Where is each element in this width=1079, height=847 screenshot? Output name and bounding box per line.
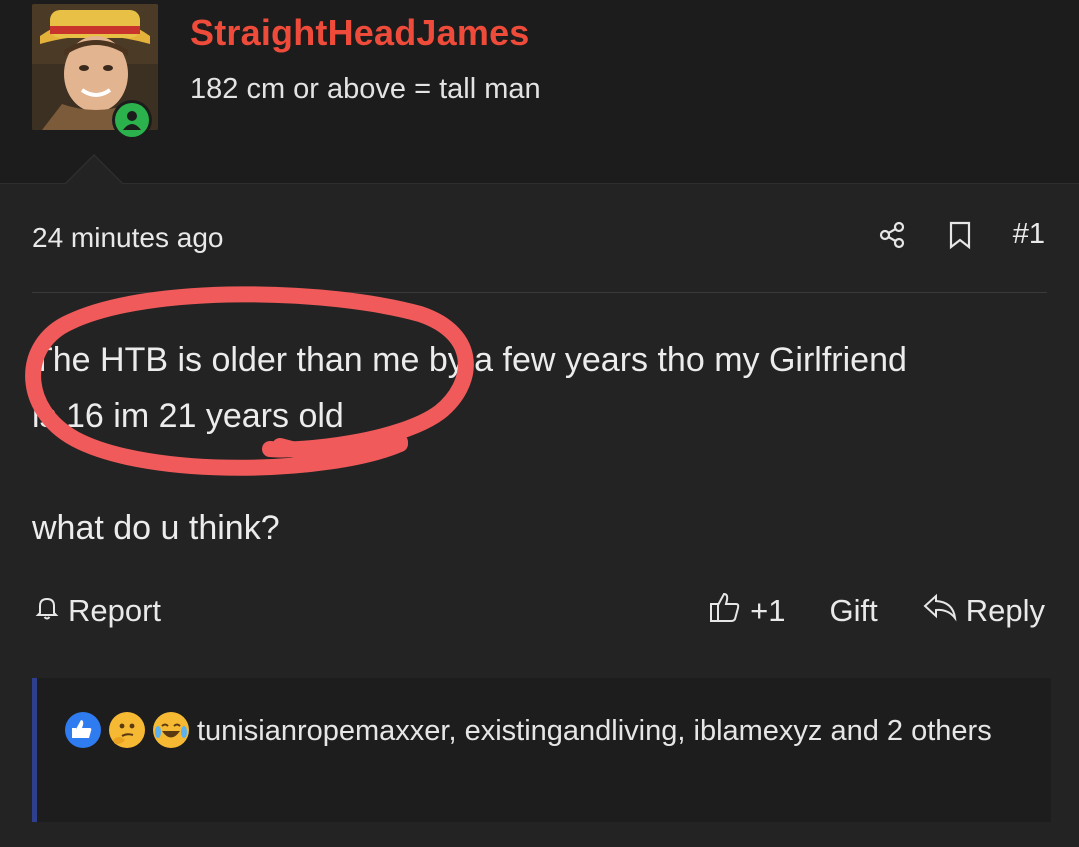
bell-icon xyxy=(32,592,62,630)
reactions-users-text[interactable]: tunisianropemaxxer, existingandliving, i… xyxy=(197,715,992,747)
post-card: 24 minutes ago #1 The HTB is older than … xyxy=(0,154,1079,847)
post-footer: Report +1 Gift Reply xyxy=(32,589,1045,633)
post-timestamp[interactable]: 24 minutes ago xyxy=(32,222,223,254)
reactions-summary: tunisianropemaxxer, existingandliving, i… xyxy=(65,708,1025,754)
like-button[interactable]: +1 xyxy=(708,590,786,632)
username-link[interactable]: StraightHeadJames xyxy=(190,12,530,54)
thinking-reaction-icon xyxy=(109,712,145,748)
reply-label: Reply xyxy=(965,593,1045,628)
gift-button[interactable]: Gift xyxy=(830,593,878,629)
divider xyxy=(32,292,1047,293)
post-action-group: +1 Gift Reply xyxy=(708,590,1045,632)
online-status-badge xyxy=(112,100,152,140)
thumbs-up-icon xyxy=(708,590,742,632)
user-title: 182 cm or above = tall man xyxy=(190,73,541,105)
laughing-reaction-icon xyxy=(153,712,189,748)
report-label: Report xyxy=(68,593,162,628)
post-pointer-fill xyxy=(65,156,123,185)
post-text-line: is 16 im 21 years old xyxy=(32,397,344,435)
post-toolbar: #1 xyxy=(877,218,1045,251)
post-text-line: The HTB is older than me by a few years … xyxy=(32,341,907,379)
post-header: StraightHeadJames 182 cm or above = tall… xyxy=(0,0,1079,183)
reply-icon xyxy=(922,592,958,630)
post-body: The HTB is older than me by a few years … xyxy=(32,332,1042,556)
report-button[interactable]: Report xyxy=(32,592,161,630)
gift-label: Gift xyxy=(829,593,878,628)
share-icon[interactable] xyxy=(877,220,907,250)
avatar[interactable] xyxy=(32,4,158,140)
post-number-link[interactable]: #1 xyxy=(1013,218,1045,251)
reply-button[interactable]: Reply xyxy=(922,592,1045,630)
like-reaction-icon xyxy=(65,712,101,748)
user-icon xyxy=(115,103,149,137)
post-text-line: what do u think? xyxy=(32,509,280,547)
reactions-bar[interactable]: tunisianropemaxxer, existingandliving, i… xyxy=(32,678,1051,822)
like-count: +1 xyxy=(750,593,786,628)
bookmark-icon[interactable] xyxy=(945,220,975,250)
